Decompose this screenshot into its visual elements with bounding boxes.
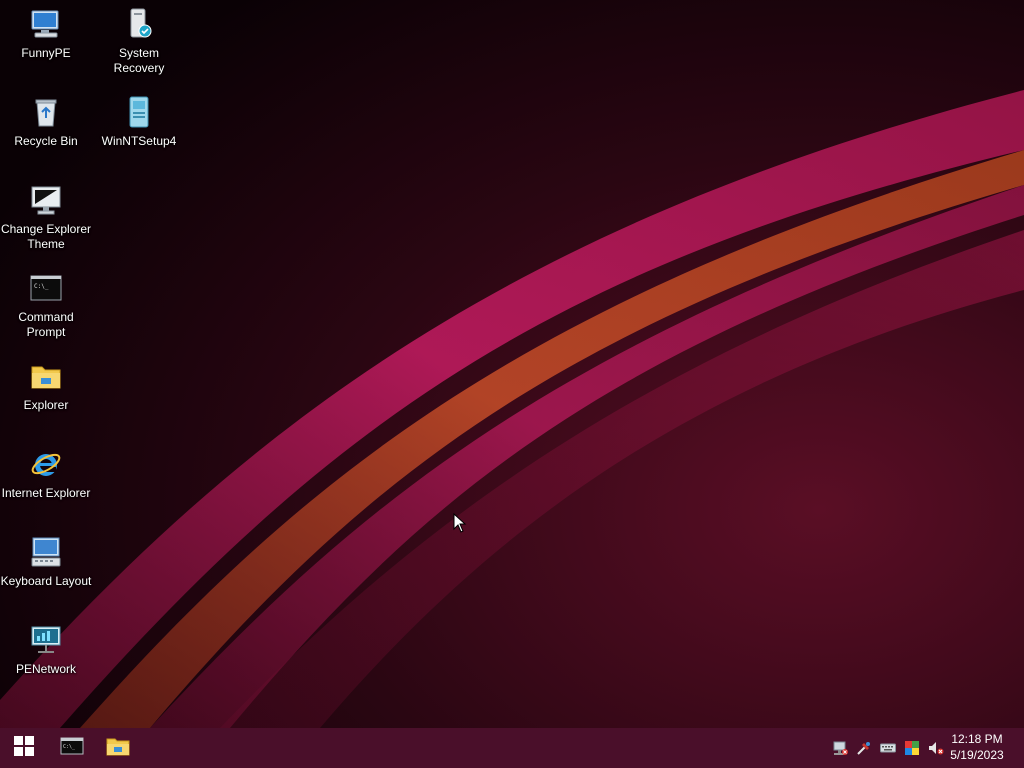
- windows-logo-icon: [14, 735, 34, 761]
- taskbar-clock[interactable]: 12:18 PM 5/19/2023: [942, 731, 1012, 763]
- taskbar-command-prompt[interactable]: C:\_: [49, 728, 95, 768]
- computer-icon: [28, 6, 64, 42]
- desktop-icon-explorer[interactable]: Explorer: [0, 352, 92, 432]
- desktop-icon-winntsetup4[interactable]: WinNTSetup4: [93, 88, 185, 168]
- start-button[interactable]: [1, 728, 47, 768]
- winntsetup-icon: [121, 94, 157, 130]
- taskbar-file-explorer[interactable]: [95, 728, 141, 768]
- desktop-icon-funnype[interactable]: FunnyPE: [0, 0, 92, 80]
- system-recovery-icon: [121, 6, 157, 42]
- desktop: FunnyPE System Recovery Recycle Bin WinN…: [0, 0, 1024, 728]
- svg-text:C:\_: C:\_: [34, 283, 49, 290]
- keyboard-icon[interactable]: [880, 740, 896, 756]
- clock-date: 5/19/2023: [950, 748, 1004, 762]
- desktop-icon-penetwork[interactable]: PENetwork: [0, 616, 92, 696]
- network-disconnected-icon[interactable]: [832, 740, 848, 756]
- desktop-icon-label: System Recovery: [113, 46, 165, 75]
- network-icon: [28, 622, 64, 658]
- monitor-theme-icon: [28, 182, 64, 218]
- recycle-bin-icon: [28, 94, 64, 130]
- color-icon[interactable]: [904, 740, 920, 756]
- internet-explorer-icon: [28, 446, 64, 482]
- desktop-icon-keyboard-layout[interactable]: Keyboard Layout: [0, 528, 92, 608]
- desktop-icon-label: Recycle Bin: [14, 134, 78, 148]
- desktop-icon-change-explorer-theme[interactable]: Change Explorer Theme: [0, 176, 92, 256]
- desktop-icon-label: Change Explorer Theme: [0, 222, 92, 251]
- tools-icon[interactable]: [856, 740, 872, 756]
- desktop-icon-system-recovery[interactable]: System Recovery: [93, 0, 185, 80]
- command-prompt-icon: C:\_: [28, 270, 64, 306]
- taskbar: C:\_ 12:18 PM 5/19/2023: [0, 728, 1024, 768]
- folder-icon: [28, 358, 64, 394]
- clock-time: 12:18 PM: [951, 732, 1003, 746]
- command-prompt-icon: C:\_: [60, 736, 84, 761]
- desktop-icon-label: Keyboard Layout: [0, 574, 92, 588]
- desktop-icon-label: Command Prompt: [18, 310, 74, 339]
- desktop-icon-command-prompt[interactable]: C:\_ Command Prompt: [0, 264, 92, 344]
- desktop-icon-label: PENetwork: [15, 662, 77, 676]
- svg-text:C:\_: C:\_: [63, 744, 76, 750]
- desktop-icon-label: Explorer: [23, 398, 69, 412]
- keyboard-layout-icon: [28, 534, 64, 570]
- desktop-icon-label: FunnyPE: [21, 46, 71, 60]
- desktop-icon-label: WinNTSetup4: [101, 134, 177, 148]
- desktop-icon-label: Internet Explorer: [1, 486, 91, 500]
- desktop-icon-recycle-bin[interactable]: Recycle Bin: [0, 88, 92, 168]
- file-explorer-icon: [106, 736, 130, 761]
- mouse-cursor-icon: [453, 513, 467, 533]
- desktop-icon-internet-explorer[interactable]: Internet Explorer: [0, 440, 92, 520]
